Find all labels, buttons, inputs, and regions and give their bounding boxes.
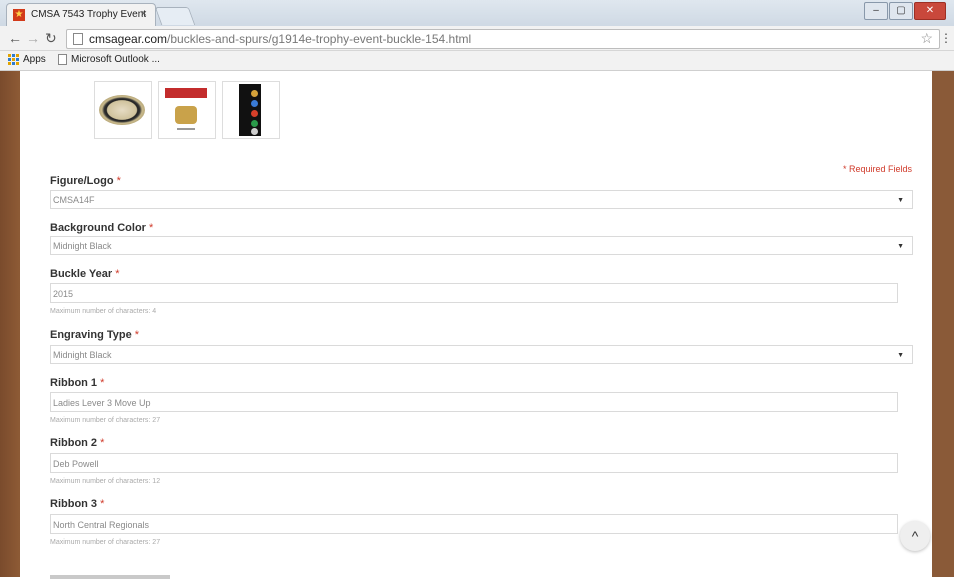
buckle-year-input[interactable]: 2015 — [50, 283, 898, 303]
ribbon-1-input[interactable]: Ladies Lever 3 Move Up — [50, 392, 898, 412]
reload-icon[interactable]: ↻ — [45, 30, 57, 47]
ribbon-1-help: Maximum number of characters: 27 — [50, 417, 161, 424]
background-color-select[interactable]: Midnight Black ▼ — [50, 236, 913, 255]
minimize-button[interactable]: – — [864, 2, 888, 20]
menu-icon[interactable]: ⋮ — [940, 31, 952, 45]
window-controls: – ▢ ✕ — [864, 2, 946, 20]
engraving-type-label: Engraving Type * — [50, 329, 140, 341]
browser-tab[interactable]: ★ CMSA 7543 Trophy Event × — [6, 3, 156, 27]
chevron-down-icon: ▼ — [897, 197, 904, 204]
close-window-button[interactable]: ✕ — [914, 2, 946, 20]
figure-logo-label: Figure/Logo * — [50, 175, 121, 187]
tab-title: CMSA 7543 Trophy Event — [31, 9, 147, 20]
ribbon-2-input[interactable]: Deb Powell — [50, 453, 898, 473]
forward-icon[interactable]: → — [26, 30, 40, 46]
color-chart-image — [239, 84, 261, 136]
ribbon-3-label: Ribbon 3 * — [50, 498, 105, 510]
bookmarks-bar: Apps Microsoft Outlook ... — [0, 51, 954, 71]
bookmark-apps[interactable]: Apps — [8, 54, 46, 65]
ribbon-3-input[interactable]: North Central Regionals — [50, 514, 898, 534]
chevron-down-icon: ▼ — [897, 352, 904, 359]
ribbon-2-help: Maximum number of characters: 12 — [50, 478, 161, 485]
page-icon — [58, 54, 67, 65]
chevron-down-icon: ▼ — [897, 243, 904, 250]
logo-image — [165, 88, 207, 132]
buckle-year-label: Buckle Year * — [50, 268, 120, 280]
tab-close-button[interactable]: × — [141, 8, 147, 20]
ribbon-1-label: Ribbon 1 * — [50, 377, 105, 389]
ribbon-3-help: Maximum number of characters: 27 — [50, 539, 161, 546]
thumbnail-buckle[interactable] — [94, 81, 152, 139]
engraving-type-select[interactable]: Midnight Black ▼ — [50, 345, 913, 364]
new-tab-button[interactable] — [154, 7, 196, 25]
maximize-button[interactable]: ▢ — [889, 2, 913, 20]
buckle-year-help: Maximum number of characters: 4 — [50, 308, 157, 315]
buckle-image — [99, 95, 145, 125]
tab-strip: ★ CMSA 7543 Trophy Event × – ▢ ✕ — [0, 0, 954, 27]
scroll-top-icon[interactable]: ^ — [900, 521, 930, 551]
thumbnail-color-chart[interactable] — [222, 81, 280, 139]
url-text: cmsagear.com/buckles-and-spurs/g1914e-tr… — [89, 32, 472, 46]
apps-icon — [8, 54, 19, 65]
address-bar[interactable]: cmsagear.com/buckles-and-spurs/g1914e-tr… — [66, 29, 940, 49]
submit-button-edge[interactable] — [50, 575, 170, 579]
star-icon[interactable]: ☆ — [920, 30, 933, 47]
favicon-icon: ★ — [13, 9, 25, 21]
back-icon[interactable]: ← — [8, 30, 22, 46]
product-thumbnails — [94, 81, 280, 139]
figure-logo-select[interactable]: CMSA14F ▼ — [50, 190, 913, 209]
background-color-label: Background Color * — [50, 222, 154, 234]
required-fields-note: * Required Fields — [842, 164, 912, 174]
ribbon-2-label: Ribbon 2 * — [50, 437, 105, 449]
page-icon — [73, 33, 83, 45]
product-options-panel: * Required Fields Figure/Logo * CMSA14F … — [20, 71, 932, 579]
bookmark-outlook[interactable]: Microsoft Outlook ... — [58, 54, 160, 65]
thumbnail-figure-logo[interactable] — [158, 81, 216, 139]
browser-toolbar: ← → ↻ cmsagear.com/buckles-and-spurs/g19… — [0, 26, 954, 51]
